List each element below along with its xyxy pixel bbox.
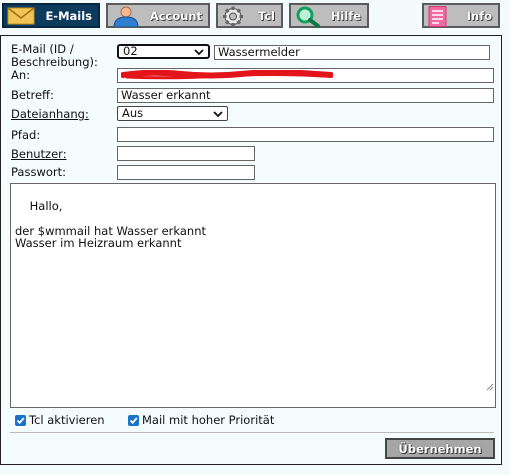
magnifier-icon [294, 6, 324, 30]
password-label: Passwort: [11, 165, 67, 179]
email-id-value: 02 [123, 44, 138, 58]
tab-emails-label: E-Mails [45, 8, 92, 23]
attachment-label: Dateianhang: [11, 107, 89, 121]
subject-field[interactable]: Wasser erkannt [117, 88, 494, 103]
to-label: An: [11, 68, 31, 82]
tab-tcl[interactable]: Tcl [216, 3, 283, 28]
document-icon [427, 6, 449, 30]
submit-button[interactable]: Übernehmen [385, 438, 495, 459]
priority-checkbox-label: Mail mit hoher Priorität [142, 413, 275, 427]
tab-account[interactable]: Account [106, 3, 210, 28]
tab-info[interactable]: Info [422, 3, 500, 28]
tab-hilfe[interactable]: Hilfe [289, 3, 369, 28]
tab-account-label: Account [149, 8, 202, 23]
user-icon [111, 6, 141, 30]
resize-grip-icon[interactable] [464, 369, 494, 407]
tcl-checkbox-label: Tcl aktivieren [29, 413, 105, 427]
email-id-label: E-Mail (ID / Beschreibung): [11, 42, 98, 69]
path-field[interactable] [117, 127, 494, 142]
user-field[interactable] [117, 146, 255, 161]
tab-tcl-label: Tcl [257, 8, 275, 23]
tcl-checkbox[interactable]: Tcl aktivieren [15, 413, 105, 427]
divider [10, 432, 494, 433]
password-field[interactable] [117, 165, 255, 180]
email-form-panel: E-Mail (ID / Beschreibung): 02 Wassermel… [0, 35, 502, 465]
subject-label: Betreff: [11, 88, 54, 102]
priority-checkbox[interactable]: Mail mit hoher Priorität [128, 413, 274, 427]
chevron-down-icon [213, 108, 223, 121]
message-body-textarea[interactable]: Hallo, der $wmmail hat Wasser erkannt Wa… [10, 183, 496, 408]
tab-info-label: Info [466, 8, 492, 23]
description-field[interactable]: Wassermelder [214, 45, 490, 60]
checkmark-icon [15, 414, 26, 426]
tab-bar: E-Mails Account Tcl Hilfe Info [0, 0, 510, 34]
redaction-mark [121, 70, 333, 80]
gear-icon [221, 6, 245, 30]
path-label: Pfad: [11, 128, 41, 142]
attachment-value: Aus [122, 106, 144, 120]
checkmark-icon [128, 414, 139, 426]
attachment-select[interactable]: Aus [117, 106, 228, 121]
chevron-down-icon [194, 47, 204, 58]
tab-hilfe-label: Hilfe [330, 8, 361, 23]
user-label: Benutzer: [11, 147, 67, 161]
email-id-select[interactable]: 02 [117, 44, 210, 59]
to-field[interactable] [117, 68, 494, 83]
envelope-icon [7, 6, 35, 28]
message-body-text: Hallo, der $wmmail hat Wasser erkannt Wa… [15, 198, 206, 250]
tab-emails[interactable]: E-Mails [2, 3, 100, 28]
